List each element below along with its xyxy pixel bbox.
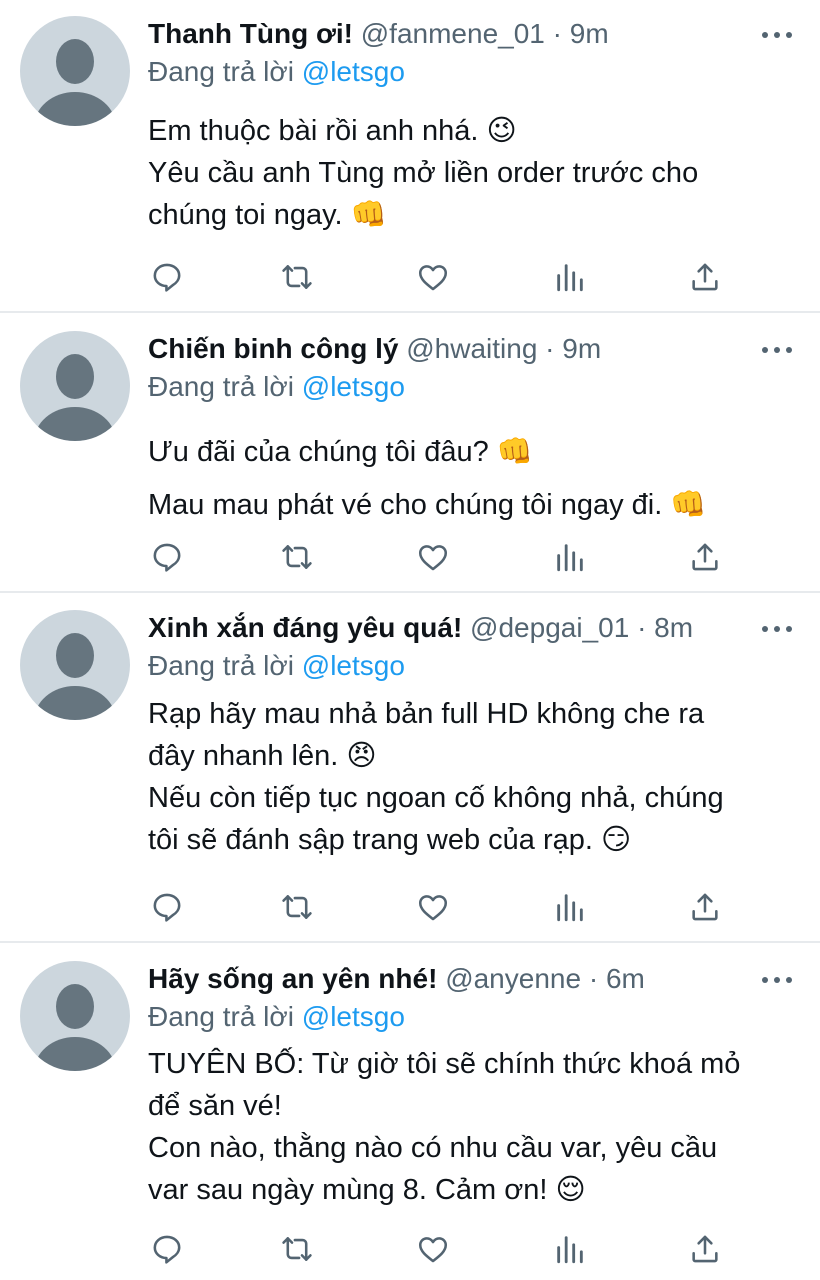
tweet-time[interactable]: 9m: [570, 18, 609, 49]
tweet-text-line: Yêu cầu anh Tùng mở liền order trước cho: [148, 157, 699, 189]
reply-icon[interactable]: [150, 540, 184, 574]
tweet-header: Thanh Tùng ơi! @fanmene_01 · 9m: [148, 14, 609, 54]
user-handle[interactable]: @depgai_01: [470, 612, 629, 643]
tweet-text-line: Rạp hãy mau nhả bản full HD không che ra: [148, 698, 705, 730]
user-handle[interactable]: @hwaiting: [406, 333, 537, 364]
tweet[interactable]: Chiến binh công lý @hwaiting · 9m Đang t…: [0, 313, 820, 593]
tweet-actions: [148, 890, 728, 924]
tweet[interactable]: Thanh Tùng ơi! @fanmene_01 · 9m Đang trả…: [0, 0, 820, 313]
reply-mention-link[interactable]: @letsgo: [302, 650, 405, 681]
tweet-text-line: tôi sẽ đánh sập trang web của rạp. 😏: [148, 824, 632, 856]
replying-to: Đang trả lời @letsgo: [148, 998, 405, 1036]
avatar[interactable]: [20, 331, 130, 441]
more-icon[interactable]: [762, 624, 792, 634]
tweet-text: Rạp hãy mau nhả bản full HD không che ra…: [148, 693, 788, 861]
tweet-text: Em thuộc bài rồi anh nhá. 😉 Yêu cầu anh …: [148, 110, 788, 236]
separator-dot: ·: [545, 333, 555, 364]
avatar[interactable]: [20, 16, 130, 126]
tweet-actions: [148, 1232, 728, 1266]
replying-to: Đang trả lời @letsgo: [148, 647, 405, 685]
tweet-header: Hãy sống an yên nhé! @anyenne · 6m: [148, 959, 645, 999]
retweet-icon[interactable]: [280, 260, 314, 294]
analytics-icon[interactable]: [553, 540, 587, 574]
tweet-text-line: Mau mau phát vé cho chúng tôi ngay đi. 👊: [148, 489, 707, 521]
share-icon[interactable]: [688, 1232, 722, 1266]
display-name[interactable]: Xinh xắn đáng yêu quá!: [148, 612, 462, 643]
like-icon[interactable]: [416, 1232, 450, 1266]
share-icon[interactable]: [688, 890, 722, 924]
display-name[interactable]: Hãy sống an yên nhé!: [148, 963, 437, 994]
avatar-head: [56, 633, 94, 678]
avatar-body: [34, 407, 116, 441]
separator-dot: ·: [552, 18, 562, 49]
avatar-head: [56, 39, 94, 84]
separator-dot: ·: [588, 963, 599, 994]
tweet-actions: [148, 540, 728, 574]
avatar-head: [56, 354, 94, 399]
tweet-text-line: Nếu còn tiếp tục ngoan cố không nhả, chú…: [148, 782, 724, 814]
tweet-text-line: chúng toi ngay. 👊: [148, 199, 387, 231]
reply-icon[interactable]: [150, 260, 184, 294]
tweet-text-line: để săn vé!: [148, 1090, 282, 1122]
retweet-icon[interactable]: [280, 890, 314, 924]
avatar-body: [34, 1037, 116, 1071]
reply-icon[interactable]: [150, 890, 184, 924]
replying-to-label: Đang trả lời: [148, 1001, 294, 1032]
like-icon[interactable]: [416, 260, 450, 294]
share-icon[interactable]: [688, 260, 722, 294]
user-handle[interactable]: @anyenne: [445, 963, 581, 994]
tweet-time[interactable]: 8m: [654, 612, 693, 643]
replying-to-label: Đang trả lời: [148, 371, 294, 402]
tweet-text-line: Ưu đãi của chúng tôi đâu? 👊: [148, 436, 533, 468]
tweet-header: Chiến binh công lý @hwaiting · 9m: [148, 329, 601, 369]
separator-dot: ·: [637, 612, 647, 643]
analytics-icon[interactable]: [553, 260, 587, 294]
display-name[interactable]: Thanh Tùng ơi!: [148, 18, 353, 49]
like-icon[interactable]: [416, 540, 450, 574]
retweet-icon[interactable]: [280, 540, 314, 574]
reply-mention-link[interactable]: @letsgo: [302, 371, 405, 402]
tweet-text-line: TUYÊN BỐ: Từ giờ tôi sẽ chính thức khoá …: [148, 1048, 741, 1080]
replying-to: Đang trả lời @letsgo: [148, 368, 405, 406]
replying-to-label: Đang trả lời: [148, 56, 294, 87]
tweet[interactable]: Hãy sống an yên nhé! @anyenne · 6m Đang …: [0, 943, 820, 1280]
tweet[interactable]: Xinh xắn đáng yêu quá! @depgai_01 · 8m Đ…: [0, 593, 820, 943]
retweet-icon[interactable]: [280, 1232, 314, 1266]
user-handle[interactable]: @fanmene_01: [361, 18, 545, 49]
tweet-text-line: Em thuộc bài rồi anh nhá. 😉: [148, 115, 517, 147]
tweet-header: Xinh xắn đáng yêu quá! @depgai_01 · 8m: [148, 608, 693, 648]
tweet-text: TUYÊN BỐ: Từ giờ tôi sẽ chính thức khoá …: [148, 1043, 788, 1211]
tweet-time[interactable]: 6m: [606, 963, 645, 994]
replying-to-label: Đang trả lời: [148, 650, 294, 681]
display-name[interactable]: Chiến binh công lý: [148, 333, 398, 364]
analytics-icon[interactable]: [553, 890, 587, 924]
reply-mention-link[interactable]: @letsgo: [302, 1001, 405, 1032]
avatar-body: [34, 92, 116, 126]
more-icon[interactable]: [762, 345, 792, 355]
share-icon[interactable]: [688, 540, 722, 574]
tweet-text-line: var sau ngày mùng 8. Cảm ơn! 😌: [148, 1174, 586, 1206]
reply-mention-link[interactable]: @letsgo: [302, 56, 405, 87]
more-icon[interactable]: [762, 975, 792, 985]
reply-icon[interactable]: [150, 1232, 184, 1266]
tweet-text: Ưu đãi của chúng tôi đâu? 👊 Mau mau phát…: [148, 426, 788, 532]
avatar-head: [56, 984, 94, 1029]
tweet-text-line: Con nào, thằng nào có nhu cầu var, yêu c…: [148, 1132, 718, 1164]
avatar-body: [34, 686, 116, 720]
analytics-icon[interactable]: [553, 1232, 587, 1266]
tweet-text-line: đây nhanh lên. 😠: [148, 740, 377, 772]
replying-to: Đang trả lời @letsgo: [148, 53, 405, 91]
avatar[interactable]: [20, 961, 130, 1071]
tweet-actions: [148, 260, 728, 294]
like-icon[interactable]: [416, 890, 450, 924]
reply-feed: Thanh Tùng ơi! @fanmene_01 · 9m Đang trả…: [0, 0, 820, 1280]
more-icon[interactable]: [762, 30, 792, 40]
tweet-time[interactable]: 9m: [562, 333, 601, 364]
avatar[interactable]: [20, 610, 130, 720]
